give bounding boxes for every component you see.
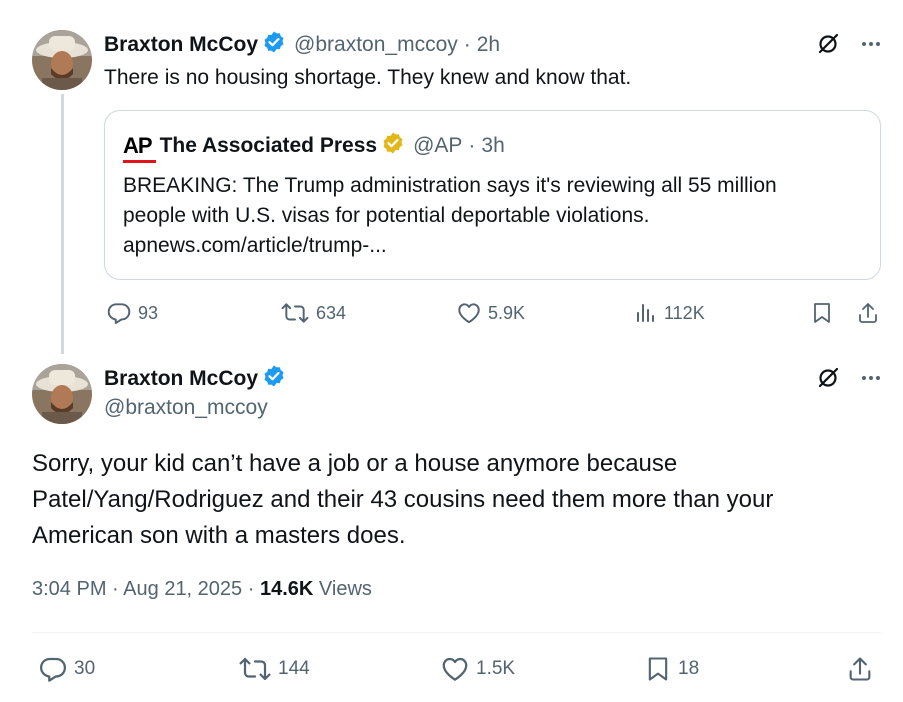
verified-badge-icon <box>262 30 286 59</box>
like-count: 5.9K <box>488 302 526 323</box>
reply-button[interactable]: 30 <box>38 654 95 684</box>
bookmark-button[interactable]: 18 <box>644 654 699 684</box>
views-label: Views <box>318 578 372 600</box>
tweet-time[interactable]: 2h <box>477 33 500 57</box>
views-count: 14.6K <box>259 578 314 600</box>
divider <box>32 632 881 633</box>
main-text-line: Patel/Yang/Rodriguez and their 43 cousin… <box>32 486 774 513</box>
main-text-line: American son with a masters does. <box>32 522 406 549</box>
views-button[interactable]: 112K <box>634 300 705 326</box>
like-button[interactable]: 1.5K <box>440 654 515 684</box>
quoted-tweet-card[interactable]: AP The Associated Press @AP · 3h BREAKIN… <box>104 110 881 280</box>
bookmark-count: 18 <box>678 658 700 679</box>
tweet-timestamp[interactable]: 3:04 PM <box>32 578 106 600</box>
like-icon <box>458 303 480 324</box>
reply-button[interactable]: 93 <box>106 300 158 326</box>
reply-count: 30 <box>74 658 96 679</box>
views-icon <box>637 304 654 322</box>
repost-icon <box>281 303 309 323</box>
share-icon <box>849 657 871 681</box>
avatar[interactable] <box>32 30 92 90</box>
author-name[interactable]: Braxton McCoy <box>104 33 258 57</box>
main-tweet-text: Sorry, your kid can’t have a job or a ho… <box>32 446 872 554</box>
separator-dot: · <box>112 578 119 600</box>
reply-tweet-text: There is no housing shortage. They knew … <box>104 66 632 89</box>
reply-icon <box>40 657 66 682</box>
reply-tweet-top-icons <box>816 32 882 56</box>
bookmark-button[interactable] <box>810 300 834 326</box>
tweet-date[interactable]: Aug 21, 2025 <box>123 578 242 600</box>
bookmark-icon <box>814 303 830 323</box>
quoted-tweet-time: 3h <box>481 133 505 157</box>
separator-dot: · <box>468 133 476 157</box>
author-name[interactable]: Braxton McCoy <box>104 367 258 391</box>
grok-icon[interactable] <box>816 366 840 390</box>
separator-dot: · <box>247 578 255 600</box>
avatar[interactable] <box>32 364 92 424</box>
main-tweet-top-icons <box>816 366 882 390</box>
reply-count: 93 <box>138 302 159 323</box>
quoted-text-line: people with U.S. visas for potential dep… <box>123 204 650 227</box>
quoted-text-link[interactable]: apnews.com/article/trump-... <box>123 231 863 261</box>
share-button[interactable] <box>846 654 874 684</box>
reply-tweet-header: Braxton McCoy @braxton_mccoy · 2h <box>104 30 500 59</box>
quoted-tweet-header: AP The Associated Press @AP · 3h <box>123 131 505 163</box>
share-icon <box>859 303 877 323</box>
quoted-author-handle: @AP <box>413 133 463 157</box>
like-icon <box>442 657 468 681</box>
like-count: 1.5K <box>476 658 516 679</box>
author-handle[interactable]: @braxton_mccoy <box>294 33 458 57</box>
repost-count: 144 <box>278 658 310 679</box>
repost-count: 634 <box>316 302 347 323</box>
quoted-tweet-text: BREAKING: The Trump administration says … <box>123 171 863 261</box>
tweet-metadata: 3:04 PM · Aug 21, 2025 · 14.6K Views <box>32 578 372 601</box>
views-count: 112K <box>664 302 705 323</box>
bookmark-icon <box>648 657 668 681</box>
repost-button[interactable]: 634 <box>280 300 346 326</box>
reply-icon <box>107 303 131 325</box>
grok-icon[interactable] <box>816 32 840 56</box>
ap-logo: AP <box>123 133 156 163</box>
more-icon[interactable] <box>860 33 882 55</box>
repost-icon <box>239 657 271 681</box>
like-button[interactable]: 5.9K <box>456 300 525 326</box>
author-handle[interactable]: @braxton_mccoy <box>104 394 268 422</box>
thread-line <box>61 94 64 354</box>
separator-dot: · <box>463 32 471 56</box>
quoted-author-name: The Associated Press <box>159 133 378 157</box>
verified-badge-icon <box>262 364 286 393</box>
share-button[interactable] <box>856 300 880 326</box>
main-text-line: Sorry, your kid can’t have a job or a ho… <box>32 450 678 477</box>
main-tweet-header: Braxton McCoy <box>104 364 286 393</box>
more-icon[interactable] <box>860 367 882 389</box>
quoted-text-line: BREAKING: The Trump administration says … <box>123 174 777 197</box>
repost-button[interactable]: 144 <box>238 654 310 684</box>
verified-gold-badge-icon <box>381 131 405 160</box>
